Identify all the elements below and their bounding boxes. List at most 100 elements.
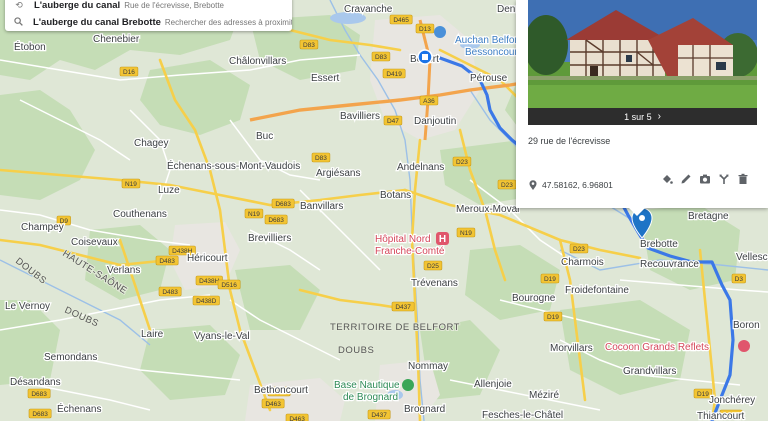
road-shield: D23	[497, 179, 517, 190]
location-pin-icon	[529, 180, 537, 190]
road-shield: D437	[391, 301, 415, 312]
pencil-icon[interactable]	[679, 172, 693, 186]
town-label: Le Vernoy	[5, 301, 50, 312]
road-shield-label: D83	[315, 155, 327, 162]
town-label: Trévenans	[411, 278, 458, 289]
town-label: Botans	[380, 190, 411, 201]
place-toolbar	[660, 172, 750, 186]
town-label: Andelnans	[397, 162, 444, 173]
town-label: Allenjoie	[474, 379, 512, 390]
chevron-right-icon[interactable]: ›	[658, 111, 661, 122]
poi-auchan-label-2: Bessoncourt	[465, 47, 521, 58]
town-label: Charmois	[561, 257, 604, 268]
place-photo[interactable]	[528, 0, 757, 108]
town-label: Meroux-Moval	[456, 204, 519, 215]
suggestion-subtitle: Rue de l'écrevisse, Brebotte	[124, 1, 225, 10]
road-shield-label: D83	[375, 54, 387, 61]
road-shield: D13	[415, 23, 435, 34]
place-coordinates-row: 47.58162, 6.96801	[528, 180, 613, 190]
road-shield: D419	[382, 68, 406, 79]
camera-icon[interactable]	[698, 172, 712, 186]
town-label: Chagey	[134, 138, 168, 149]
town-label: Semondans	[44, 352, 97, 363]
poi-hospital[interactable]: H Hôpital Nord Franche-Comté	[374, 232, 449, 258]
road-shield: D83	[371, 51, 391, 62]
suggestion-item[interactable]: ⟲ L'auberge du canal Rue de l'écrevisse,…	[5, 0, 292, 14]
road-shield-label: D683	[275, 201, 291, 208]
road-shield-label: D438H	[199, 278, 220, 285]
road-shield-label: D516	[221, 282, 237, 289]
town-label: Champey	[21, 222, 64, 233]
road-shield-label: D13	[419, 26, 431, 33]
road-shield-label: D465	[393, 17, 409, 24]
route-start-marker[interactable]	[417, 49, 433, 65]
photo-pager: 1 sur 5 ›	[528, 108, 757, 125]
road-shield-label: D683	[268, 217, 284, 224]
road-shield: D516	[217, 279, 241, 290]
search-icon	[14, 17, 23, 28]
road-shield-label: D683	[31, 391, 47, 398]
road-shield: D25	[423, 260, 443, 271]
suggestion-item[interactable]: L'auberge du canal Brebotte Rechercher d…	[5, 14, 292, 31]
town-label: Froidefontaine	[565, 285, 629, 296]
road-shield: D23	[452, 156, 472, 167]
region-label-doubs: DOUBS	[338, 345, 374, 356]
road-shield-label: D437	[371, 412, 387, 419]
paint-bucket-icon[interactable]	[660, 172, 674, 186]
town-label: Fesches-le-Châtel	[482, 410, 563, 421]
road-shield: D465	[389, 14, 413, 25]
town-label: Thiancourt	[697, 411, 744, 421]
road-shield-label: D47	[387, 118, 399, 125]
road-shield-label: D463	[289, 416, 305, 421]
town-label: Étobon	[14, 40, 46, 53]
road-shield: D47	[383, 115, 403, 126]
history-icon: ⟲	[15, 0, 23, 10]
town-label: Banvillars	[300, 201, 343, 212]
road-shield-label: D83	[303, 42, 315, 49]
road-shield: D483	[155, 255, 179, 266]
town-label: Nommay	[408, 361, 448, 372]
town-label: Argiésans	[316, 168, 360, 179]
town-label: Bavilliers	[340, 111, 380, 122]
directions-icon[interactable]	[717, 172, 731, 186]
suggestion-title: L'auberge du canal Brebotte	[33, 17, 161, 28]
town-label: Laire	[141, 329, 164, 340]
town-label: Vellescot	[736, 252, 768, 263]
place-coordinates: 47.58162, 6.96801	[542, 180, 613, 190]
search-suggestions: ⟲ L'auberge du canal Rue de l'écrevisse,…	[5, 0, 292, 31]
poi-base-label-2: de Brognard	[343, 392, 398, 403]
region-label-territoire-de-belfort: TERRITOIRE DE BELFORT	[330, 322, 460, 333]
poi-cocoon-label: Cocoon Grands Reflets	[605, 342, 709, 353]
town-label: Verlans	[107, 265, 140, 276]
town-label: Brevilliers	[248, 233, 291, 244]
road-shield-label: D19	[547, 314, 559, 321]
trash-icon[interactable]	[736, 172, 750, 186]
town-label: Cravanche	[344, 4, 393, 15]
road-shield-label: D16	[123, 69, 135, 76]
road-shield: D3	[731, 273, 746, 284]
road-shield-label: D437	[395, 304, 411, 311]
place-address: 29 rue de l'écrevisse	[528, 136, 611, 146]
svg-text:H: H	[439, 234, 446, 245]
road-shield: D683	[28, 408, 52, 419]
road-shield: D19	[540, 273, 560, 284]
road-shield-label: D19	[544, 276, 556, 283]
town-label: Pérouse	[470, 73, 508, 84]
road-shield: N19	[456, 227, 476, 238]
road-shield: D463	[285, 413, 309, 421]
poi-hospital-label-1: Hôpital Nord	[375, 234, 431, 245]
town-label: Héricourt	[187, 253, 228, 264]
road-shield-label: D3	[735, 276, 744, 283]
road-shield: D16	[119, 66, 139, 77]
town-label: Couthenans	[113, 209, 167, 220]
road-shield-label: D25	[427, 263, 439, 270]
town-label: Brebotte	[640, 239, 678, 250]
town-label: Échenans	[57, 402, 101, 415]
town-label: Recouvrance	[640, 259, 699, 270]
town-label: Jonchérey	[709, 395, 755, 406]
road-shield-label: D438D	[196, 298, 217, 305]
road-shield: A36	[419, 95, 439, 106]
town-label: Désandans	[10, 377, 61, 388]
road-shield: N19	[121, 178, 141, 189]
town-label: Vyans-le-Val	[194, 331, 250, 342]
